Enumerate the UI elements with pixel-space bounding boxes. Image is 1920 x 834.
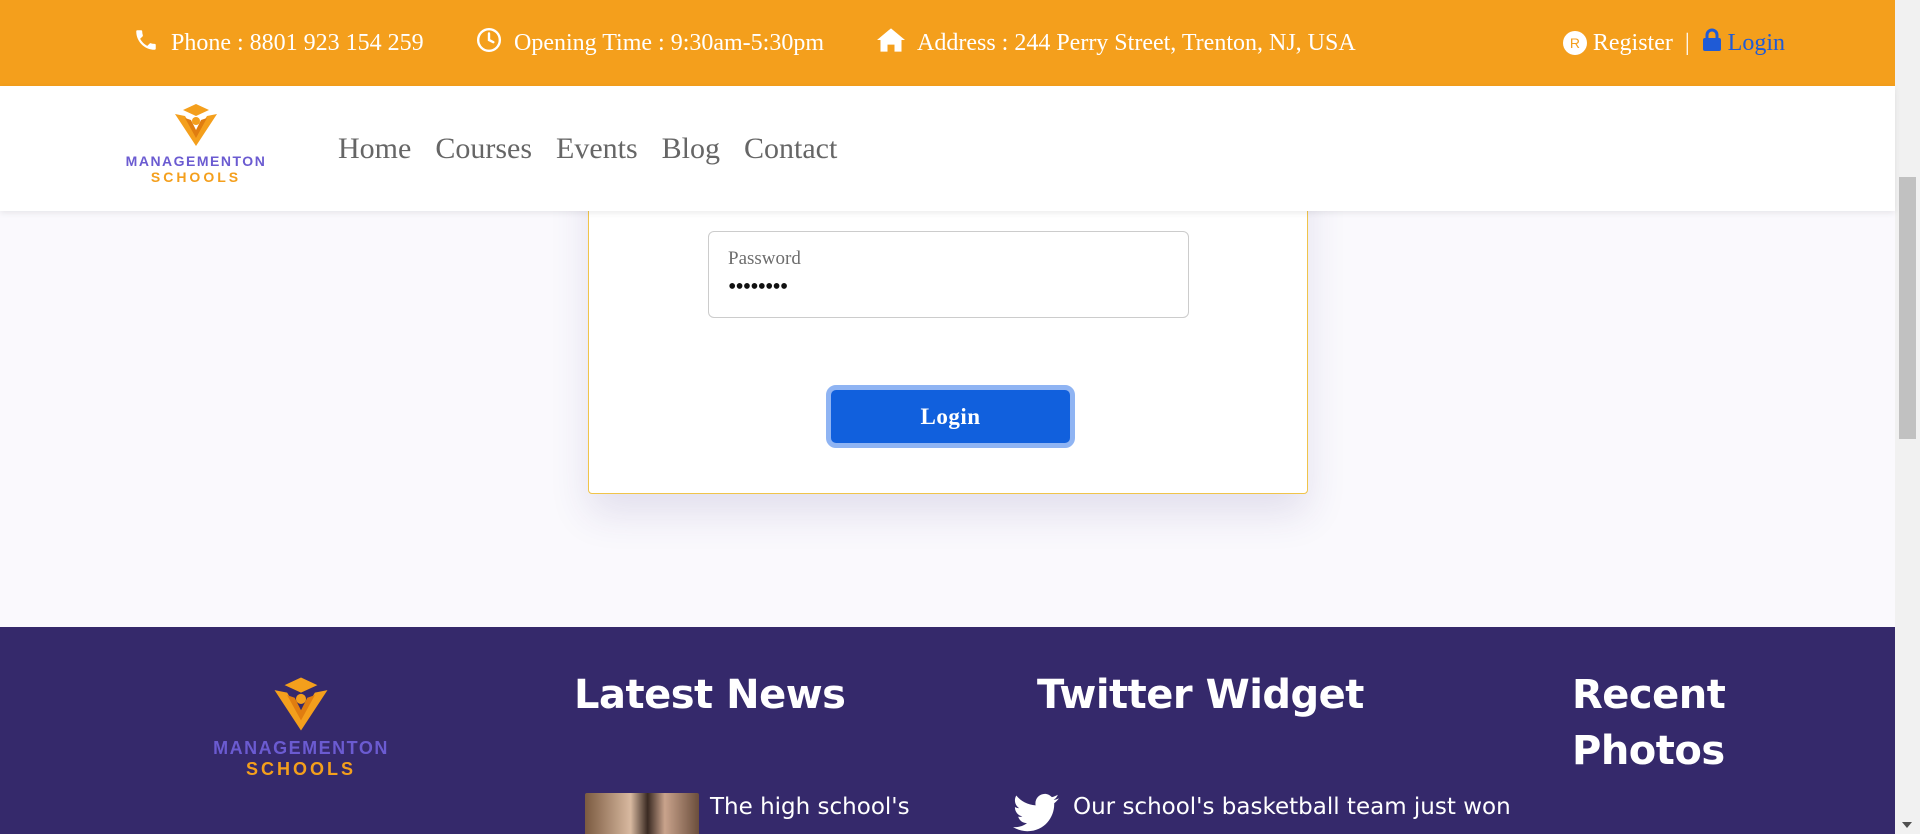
logo-text-line2: SCHOOLS [150,169,242,185]
news-thumbnail[interactable] [585,793,699,834]
nav-blog[interactable]: Blog [662,132,720,166]
main-navbar: MANAGEMENTON SCHOOLS Home Courses Events… [0,86,1895,211]
scroll-down-arrow-icon[interactable] [1902,822,1912,828]
latest-news-heading: Latest News [574,672,846,718]
login-link[interactable]: Login [1702,28,1785,59]
address-text: Address : 244 Perry Street, Trenton, NJ,… [917,29,1356,56]
page-scrollbar[interactable] [1895,0,1920,834]
phone-info: Phone : 8801 923 154 259 [133,0,424,86]
recent-photos-heading-line2: Photos [1572,728,1725,774]
footer-logo[interactable]: MANAGEMENTON SCHOOLS [198,675,404,780]
clock-icon [476,27,514,60]
phone-text: Phone : 8801 923 154 259 [171,29,424,56]
tweet-text[interactable]: Our school's basketball team just won [1073,791,1511,823]
home-icon [877,27,917,60]
nav-menu: Home Courses Events Blog Contact [338,86,837,211]
twitter-widget-heading: Twitter Widget [1037,672,1364,718]
auth-separator: | [1684,29,1690,56]
nav-home[interactable]: Home [338,132,411,166]
address-info: Address : 244 Perry Street, Trenton, NJ,… [877,0,1356,86]
nav-courses[interactable]: Courses [435,132,532,166]
recent-photos-heading-line1: Recent [1572,672,1726,718]
register-link[interactable]: Register [1593,30,1673,57]
logo-text-line1: MANAGEMENTON [125,153,267,169]
register-icon: R [1562,31,1587,55]
scrollbar-thumb[interactable] [1899,177,1916,439]
auth-links: R Register | Login [1562,0,1785,86]
footer-logo-line2: SCHOOLS [245,759,356,779]
nav-contact[interactable]: Contact [744,132,837,166]
login-link-label: Login [1727,29,1785,56]
recent-photos-heading: Recent Photos [1572,667,1726,779]
login-button[interactable]: Login [826,385,1075,448]
top-info-bar: Phone : 8801 923 154 259 Opening Time : … [0,0,1895,86]
site-footer: MANAGEMENTON SCHOOLS Latest News The hig… [0,627,1895,834]
phone-icon [133,27,171,60]
news-item-text[interactable]: The high school's [710,791,910,823]
nav-events[interactable]: Events [556,132,638,166]
hours-text: Opening Time : 9:30am-5:30pm [514,29,825,56]
hours-info: Opening Time : 9:30am-5:30pm [476,0,824,86]
password-field[interactable]: Password •••••••• [708,231,1189,318]
logo-emblem-icon [171,102,221,153]
footer-logo-line1: MANAGEMENTON [213,738,389,758]
password-input[interactable]: •••••••• [728,274,788,301]
lock-icon [1702,28,1728,59]
password-label: Password [728,248,801,269]
twitter-icon [1013,793,1059,834]
footer-logo-emblem-icon [269,675,333,738]
site-logo[interactable]: MANAGEMENTON SCHOOLS [120,102,272,185]
